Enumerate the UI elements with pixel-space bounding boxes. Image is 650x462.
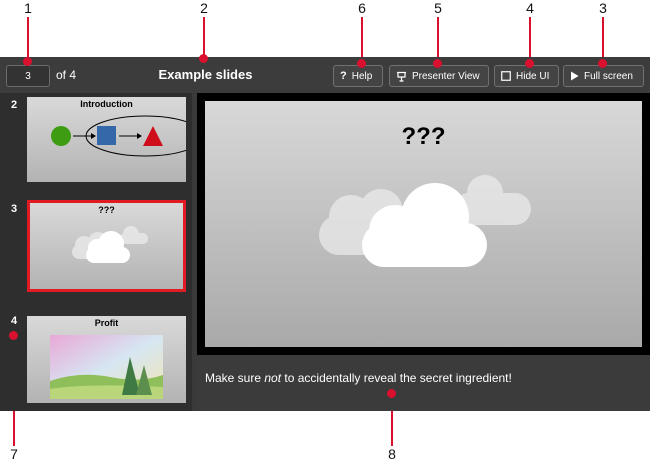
- slide-canvas: ???: [205, 101, 642, 347]
- thumbnail-number: 3: [11, 203, 18, 215]
- hide-ui-button[interactable]: Hide UI: [494, 65, 559, 87]
- flow-diagram-icon: [51, 115, 186, 157]
- thumbnail-title: Profit: [94, 318, 119, 328]
- thumbnail-number: 4: [11, 315, 18, 327]
- callout-dot-6: [357, 59, 366, 68]
- landscape-image: [50, 335, 163, 399]
- presenter-view-button[interactable]: Presenter View: [389, 65, 489, 87]
- slide-thumbnail-introduction[interactable]: Introduction: [27, 97, 186, 182]
- speaker-notes: Make sure not to accidentally reveal the…: [197, 355, 650, 411]
- thumbnail-number: 2: [11, 99, 18, 111]
- callout-dot-3: [598, 59, 607, 68]
- clouds-illustration: [319, 175, 531, 267]
- callout-dot-8: [387, 389, 396, 398]
- notes-emphasis: not: [264, 371, 282, 385]
- callout-dot-4: [525, 59, 534, 68]
- presenter-icon: [396, 71, 407, 82]
- callout-number-1: 1: [24, 0, 32, 16]
- callout-number-8: 8: [388, 446, 396, 462]
- slide-thumbnail-current[interactable]: ???: [27, 200, 186, 292]
- callout-line-1: [27, 17, 29, 61]
- help-label: Help: [351, 70, 373, 82]
- page-count: of 4: [56, 68, 77, 82]
- cloud-icon: [72, 226, 148, 263]
- callout-dot-7: [9, 331, 18, 340]
- callout-number-5: 5: [434, 0, 442, 16]
- play-icon: [570, 71, 579, 81]
- notes-text-end: to accidentally reveal the secret ingred…: [281, 371, 512, 385]
- help-button[interactable]: ? Help: [333, 65, 383, 87]
- page-number-input[interactable]: 3: [6, 65, 50, 87]
- callout-number-2: 2: [200, 0, 208, 16]
- callout-line-2: [203, 17, 205, 58]
- toolbar: 3 of 4 Example slides ? Help Presenter V…: [0, 57, 650, 93]
- callout-dot-2: [199, 54, 208, 63]
- full-screen-button[interactable]: Full screen: [563, 65, 644, 87]
- presentation-app: 3 of 4 Example slides ? Help Presenter V…: [0, 57, 650, 411]
- callout-number-7: 7: [10, 446, 18, 462]
- callout-number-4: 4: [526, 0, 534, 16]
- hide-ui-label: Hide UI: [516, 70, 550, 82]
- square-icon: [501, 71, 511, 81]
- presentation-title: Example slides: [158, 67, 253, 82]
- question-mark-icon: ?: [340, 69, 347, 82]
- presenter-view-label: Presenter View: [412, 70, 480, 82]
- full-screen-label: Full screen: [584, 70, 633, 82]
- notes-text: Make sure: [205, 371, 265, 385]
- callout-number-3: 3: [599, 0, 607, 16]
- callout-dot-5: [433, 59, 442, 68]
- slide-thumbnail-profit[interactable]: Profit: [27, 316, 186, 403]
- current-slide-view[interactable]: ???: [197, 93, 650, 355]
- callout-dot-1: [23, 57, 32, 66]
- callout-number-6: 6: [358, 0, 366, 16]
- slide-thumbnail-sidebar[interactable]: 2 Introduction 3 ??? 4 Profit: [0, 93, 192, 411]
